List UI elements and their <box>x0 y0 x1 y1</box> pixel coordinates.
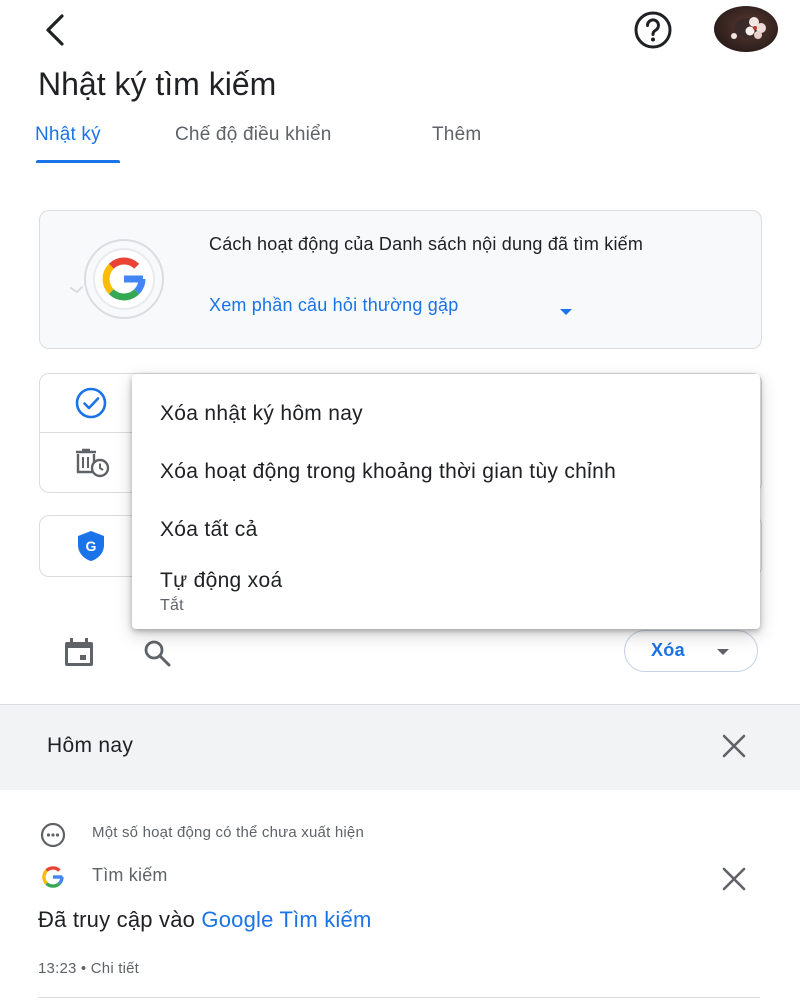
caret-down-icon[interactable] <box>716 648 730 656</box>
menu-item-delete-all[interactable]: Xóa tất cả <box>160 518 258 542</box>
auto-delete-icon[interactable] <box>72 446 112 478</box>
activity-source: Tìm kiếm <box>92 865 168 885</box>
details-link[interactable]: Chi tiết <box>91 960 139 977</box>
activity-title: Đã truy cập vào Google Tìm kiếm <box>38 907 372 933</box>
help-icon <box>634 11 672 49</box>
back-button[interactable] <box>36 10 76 50</box>
avatar[interactable] <box>714 6 778 52</box>
google-history-icon <box>68 236 180 322</box>
check-circle-icon[interactable] <box>74 386 108 420</box>
auto-delete-status: Tắt <box>160 597 184 614</box>
page-title: Nhật ký tìm kiếm <box>38 66 277 102</box>
activity-time: 13:23 <box>38 960 77 977</box>
help-button[interactable] <box>632 9 674 51</box>
pending-notice: Một số hoạt động có thể chưa xuất hiện <box>92 824 364 841</box>
activity-link[interactable]: Google Tìm kiếm <box>201 907 371 932</box>
delete-button-label[interactable]: Xóa <box>651 640 685 661</box>
tab-more[interactable]: Thêm <box>432 124 481 146</box>
more-horiz-circle-icon <box>40 822 66 848</box>
activity-prefix: Đã truy cập vào <box>38 907 196 932</box>
menu-item-delete-today[interactable]: Xóa nhật ký hôm nay <box>160 402 363 426</box>
google-shield-icon[interactable]: G <box>76 529 106 563</box>
caret-down-icon[interactable] <box>558 307 574 317</box>
divider <box>40 432 140 433</box>
google-g-icon <box>42 866 64 888</box>
close-icon[interactable] <box>720 732 748 760</box>
tab-history[interactable]: Nhật ký <box>35 124 101 146</box>
menu-item-auto-delete[interactable]: Tự động xoá <box>160 569 282 593</box>
svg-text:G: G <box>86 538 97 554</box>
menu-item-delete-custom-range[interactable]: Xóa hoạt động trong khoảng thời gian tùy… <box>160 460 616 484</box>
info-card-title: Cách hoạt động của Danh sách nội dung đã… <box>209 234 644 254</box>
search-icon[interactable] <box>140 636 174 670</box>
delete-dropdown-button[interactable] <box>624 630 758 672</box>
tab-controls[interactable]: Chế độ điều khiển <box>175 124 332 146</box>
active-tab-indicator <box>36 160 120 163</box>
meta-separator: • <box>80 960 87 977</box>
close-icon[interactable] <box>720 865 748 893</box>
faq-link[interactable]: Xem phần câu hỏi thường gặp <box>209 295 458 316</box>
calendar-icon[interactable] <box>62 636 96 668</box>
arrow-back-icon <box>46 14 64 46</box>
divider <box>38 997 760 998</box>
date-section-label: Hôm nay <box>47 734 134 757</box>
activity-meta: 13:23 • Chi tiết <box>38 960 139 977</box>
